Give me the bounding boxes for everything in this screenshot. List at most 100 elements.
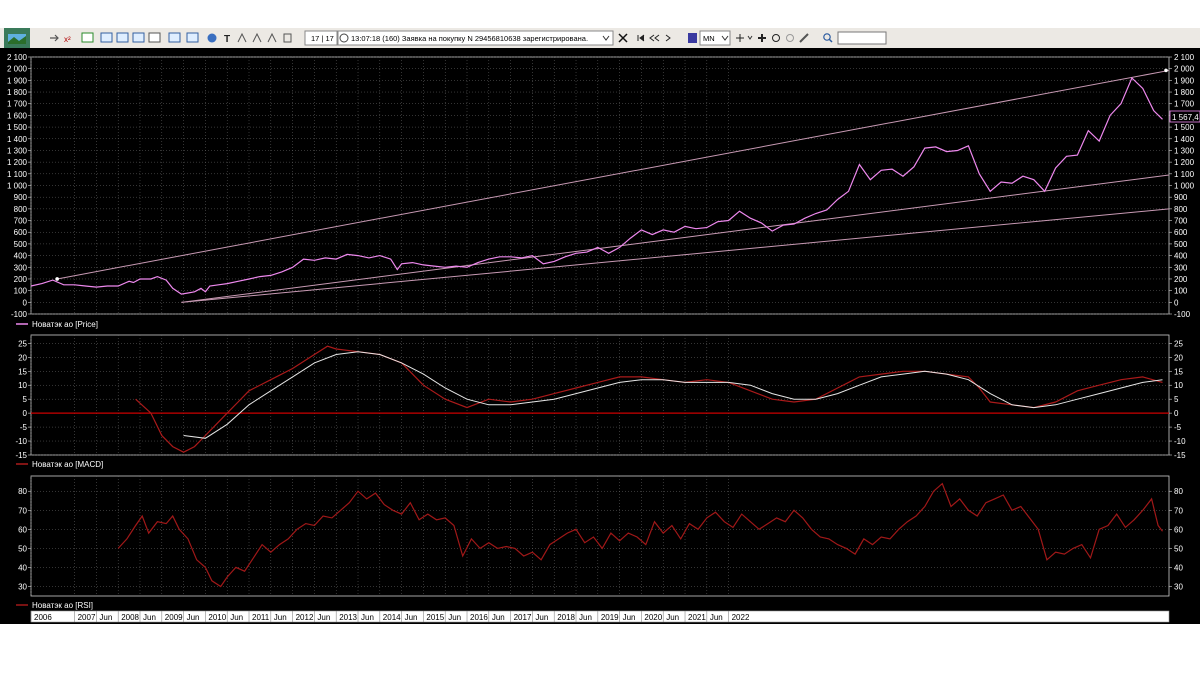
table-icon[interactable] bbox=[116, 32, 129, 43]
price-tick-label-left: 1 400 bbox=[7, 135, 28, 144]
trendline-anchor[interactable] bbox=[55, 277, 59, 281]
rsi-tick-label-left: 50 bbox=[18, 544, 27, 553]
info-icon[interactable] bbox=[207, 33, 217, 43]
price-tick-label-right: 500 bbox=[1174, 240, 1188, 249]
macd-tick-label-right: 20 bbox=[1174, 353, 1183, 362]
macd-tick-label-left: 20 bbox=[18, 353, 27, 362]
price-tick-label-left: 1 200 bbox=[7, 158, 28, 167]
timeframe-value: MN bbox=[703, 34, 715, 43]
date-tick-label: 2009 bbox=[165, 613, 183, 622]
rsi-tick-label-right: 50 bbox=[1174, 544, 1183, 553]
date-tick-label: 2021 bbox=[688, 613, 706, 622]
date-tick-label: Jun bbox=[623, 613, 636, 622]
price-tick-label-right: 1 700 bbox=[1174, 100, 1195, 109]
date-tick-label: 2015 bbox=[426, 613, 444, 622]
macd-legend-label: Новатэк ао [MACD] bbox=[32, 460, 103, 469]
macd-tick-label-left: -15 bbox=[15, 451, 27, 460]
rsi-tick-label-left: 80 bbox=[18, 487, 27, 496]
macd-tick-label-left: 0 bbox=[23, 409, 28, 418]
price-tick-label-right: 1 400 bbox=[1174, 135, 1195, 144]
rsi-tick-label-right: 80 bbox=[1174, 487, 1183, 496]
price-tick-label-right: 1 500 bbox=[1174, 123, 1195, 132]
macd-tick-label-left: 15 bbox=[18, 367, 27, 376]
price-tick-label-right: 1 300 bbox=[1174, 146, 1195, 155]
price-tick-label-right: 900 bbox=[1174, 193, 1188, 202]
status-message: 13:07:18 (160) Заявка на покупку N 29456… bbox=[351, 34, 588, 43]
date-tick-label: Jun bbox=[492, 613, 505, 622]
price-tick-label-left: 1 000 bbox=[7, 182, 28, 191]
macd-tick-label-right: 5 bbox=[1174, 395, 1179, 404]
date-tick-label: 2019 bbox=[601, 613, 619, 622]
formula-icon[interactable]: x² bbox=[64, 35, 71, 44]
price-tick-label-right: 0 bbox=[1174, 298, 1179, 307]
date-tick-label: 2010 bbox=[208, 613, 226, 622]
macd-tick-label-left: 25 bbox=[18, 339, 27, 348]
price-tick-label-left: 2 100 bbox=[7, 53, 28, 62]
trading-terminal: x² T 17 | 17 13:07:18 (160) Заявка на по… bbox=[0, 28, 1200, 624]
price-tick-label-left: 2 000 bbox=[7, 65, 28, 74]
macd-tick-label-right: -10 bbox=[1174, 437, 1186, 446]
rsi-panel bbox=[30, 475, 1170, 597]
date-tick-label: 2011 bbox=[252, 613, 270, 622]
macd-tick-label-right: -15 bbox=[1174, 451, 1186, 460]
price-tick-label-left: 600 bbox=[14, 228, 28, 237]
rsi-tick-label-right: 60 bbox=[1174, 525, 1183, 534]
text-tool-icon[interactable]: T bbox=[224, 34, 230, 45]
price-tick-label-right: 700 bbox=[1174, 217, 1188, 226]
date-tick-label: 2020 bbox=[644, 613, 662, 622]
price-tick-label-right: 1 100 bbox=[1174, 170, 1195, 179]
search-input[interactable] bbox=[837, 31, 887, 45]
date-tick-label: Jun bbox=[710, 613, 723, 622]
price-tick-label-left: 1 600 bbox=[7, 111, 28, 120]
price-tick-label-left: 500 bbox=[14, 240, 28, 249]
macd-tick-label-left: -5 bbox=[20, 423, 28, 432]
price-tick-label-right: 1 200 bbox=[1174, 158, 1195, 167]
rsi-tick-label-right: 30 bbox=[1174, 582, 1183, 591]
counter-text: 17 | 17 bbox=[311, 34, 334, 43]
orders-icon[interactable] bbox=[168, 32, 181, 43]
trendline-anchor[interactable] bbox=[1164, 68, 1168, 73]
macd-tick-label-right: 0 bbox=[1174, 409, 1179, 418]
date-tick-label: Jun bbox=[317, 613, 330, 622]
date-tick-label: 2007 bbox=[78, 613, 96, 622]
date-tick-label: 2008 bbox=[121, 613, 139, 622]
price-tick-label-left: 400 bbox=[14, 252, 28, 261]
price-tick-label-left: 900 bbox=[14, 193, 28, 202]
macd-panel bbox=[30, 334, 1170, 456]
price-tick-label-right: 2 000 bbox=[1174, 65, 1195, 74]
date-tick-label: 2022 bbox=[732, 613, 750, 622]
quotes-icon[interactable] bbox=[132, 32, 145, 43]
price-tick-label-left: 200 bbox=[14, 275, 28, 284]
date-tick-label: 2014 bbox=[383, 613, 401, 622]
rsi-tick-label-left: 60 bbox=[18, 525, 27, 534]
rsi-tick-label-right: 70 bbox=[1174, 506, 1183, 515]
trades-icon[interactable] bbox=[186, 32, 199, 43]
date-tick-label: Jun bbox=[99, 613, 112, 622]
chart-type-icon[interactable] bbox=[688, 33, 697, 43]
price-tick-label-left: -100 bbox=[11, 310, 28, 319]
price-tick-label-right: 100 bbox=[1174, 287, 1188, 296]
price-tick-label-right: 800 bbox=[1174, 205, 1188, 214]
date-tick-label: 2017 bbox=[514, 613, 532, 622]
date-tick-label: 2013 bbox=[339, 613, 357, 622]
price-tick-label-right: 300 bbox=[1174, 263, 1188, 272]
rsi-tick-label-left: 40 bbox=[18, 563, 27, 572]
price-tick-label-right: 600 bbox=[1174, 228, 1188, 237]
price-legend-label: Новатэк ао [Price] bbox=[32, 320, 98, 329]
price-panel bbox=[30, 56, 1170, 315]
last-price-label: 1 567,4 bbox=[1172, 113, 1199, 122]
rsi-legend-label: Новатэк ао [RSI] bbox=[32, 601, 93, 610]
price-tick-label-left: 1 500 bbox=[7, 123, 28, 132]
price-tick-label-left: 1 900 bbox=[7, 76, 28, 85]
date-tick-label: Jun bbox=[230, 613, 243, 622]
portfolio-icon[interactable] bbox=[148, 32, 161, 43]
window-icon[interactable] bbox=[100, 32, 113, 43]
price-tick-label-left: 100 bbox=[14, 287, 28, 296]
date-tick-label: Jun bbox=[535, 613, 548, 622]
price-tick-label-right: 1 800 bbox=[1174, 88, 1195, 97]
date-tick-label: Jun bbox=[448, 613, 461, 622]
price-tick-label-right: 1 900 bbox=[1174, 76, 1195, 85]
price-tick-label-right: 1 000 bbox=[1174, 182, 1195, 191]
price-tick-label-left: 0 bbox=[23, 298, 28, 307]
new-chart-icon[interactable] bbox=[81, 32, 94, 43]
